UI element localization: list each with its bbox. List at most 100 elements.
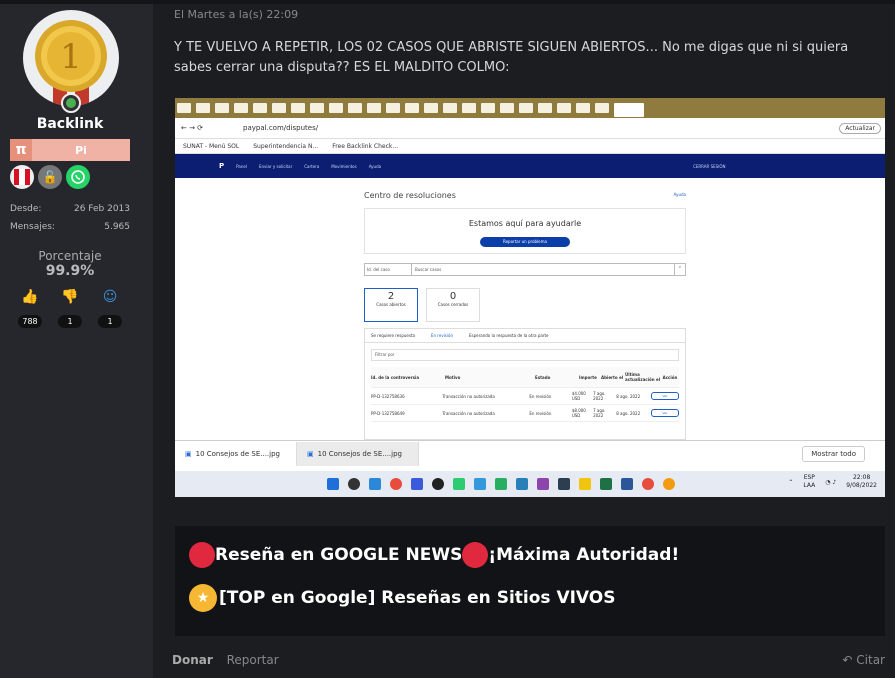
windows-taskbar: ⌃ ESP LAA ◔ ♪ 22:08 9/08/2022 bbox=[175, 471, 885, 497]
post-date[interactable]: El Martes a la(s) 22:09 bbox=[174, 8, 298, 21]
cases-panel: Se requiere respuesta En revisión Espera… bbox=[364, 328, 686, 440]
table-header: Id. de la controversia Motivo Estado Imp… bbox=[371, 367, 679, 388]
windows-start-icon bbox=[327, 478, 339, 490]
bookmark: Free Backlink Check... bbox=[332, 142, 399, 150]
column-header: Última actualización el bbox=[625, 372, 661, 382]
report-link[interactable]: Reportar bbox=[227, 653, 279, 667]
paypal-logo-icon: P bbox=[219, 162, 225, 170]
view-button: Ver bbox=[651, 409, 679, 417]
rank-symbol: π bbox=[10, 139, 32, 161]
center-title: Centro de resoluciones bbox=[364, 191, 456, 200]
column-header: Motivo bbox=[445, 374, 461, 380]
help-link: Ayuda bbox=[673, 192, 686, 197]
reply-arrow-icon: ↶ bbox=[842, 653, 853, 667]
paypal-nav: P Panel Enviar y solicitar Cartera Movim… bbox=[175, 154, 885, 178]
nav-arrows-icon: ← → ⟳ bbox=[181, 124, 204, 132]
signature-line-1[interactable]: Reseña en GOOGLE NEWS ¡Máxima Autoridad! bbox=[189, 542, 679, 568]
cell: PP-D-132758636 bbox=[371, 393, 405, 399]
resolution-center: Centro de resoluciones Ayuda Estamos aqu… bbox=[364, 191, 686, 440]
embedded-screenshot[interactable]: ← → ⟳ paypal.com/disputes/ Actualizar SU… bbox=[175, 98, 885, 497]
likes-reaction[interactable]: 👍 788 bbox=[18, 289, 42, 328]
app-icon bbox=[432, 478, 444, 490]
whatsapp-icon[interactable] bbox=[66, 165, 90, 189]
wifi-volume-icon: ◔ ♪ bbox=[825, 478, 837, 486]
signature: Reseña en GOOGLE NEWS ¡Máxima Autoridad!… bbox=[175, 526, 885, 636]
signature-text: ¡Máxima Autoridad! bbox=[488, 545, 680, 565]
search-icon bbox=[348, 478, 360, 490]
app-icon bbox=[537, 478, 549, 490]
closed-cases-card: 0 Casos cerrados bbox=[426, 288, 480, 322]
help-heading: Estamos aquí para ayudarle bbox=[468, 219, 582, 228]
app-icon bbox=[411, 478, 423, 490]
nav-item: Cartera bbox=[304, 163, 320, 169]
star-struck-emoji-icon: ★ bbox=[189, 584, 217, 612]
cell: En revisión bbox=[529, 393, 552, 399]
cell: $8.000 USD bbox=[571, 408, 586, 418]
gold-medal-icon: 1 bbox=[35, 20, 107, 106]
joined-label: Desde: bbox=[10, 204, 42, 214]
telegram-icon bbox=[516, 478, 528, 490]
svg-text:1: 1 bbox=[60, 37, 82, 77]
online-status-icon bbox=[61, 93, 81, 113]
table-row: PP-D-132758636 Transacción no autorizada… bbox=[371, 388, 679, 405]
chrome-icon bbox=[663, 478, 675, 490]
username[interactable]: Backlink bbox=[0, 116, 140, 132]
case-cards: 2 Casos abiertos 0 Casos cerrados bbox=[364, 288, 686, 322]
signature-line-2[interactable]: ★ [TOP en Google] Reseñas en Sitios VIVO… bbox=[189, 584, 615, 612]
excel-icon bbox=[600, 478, 612, 490]
red-circle-icon bbox=[462, 542, 489, 568]
donate-link[interactable]: Donar bbox=[172, 653, 213, 667]
column-header: Abierto el bbox=[601, 374, 624, 380]
filter-select: Filtrar por bbox=[371, 349, 679, 361]
image-file-icon: ▣ bbox=[307, 450, 314, 458]
case-tabs: Se requiere respuesta En revisión Espera… bbox=[365, 329, 685, 343]
download-name: 10 Consejos de SE....jpg bbox=[195, 450, 280, 458]
rank-label: Pi bbox=[75, 143, 87, 157]
url-text: paypal.com/disputes/ bbox=[243, 124, 319, 132]
tab-waiting: Esperando la respuesta de la otra parte bbox=[468, 333, 549, 338]
smiles-reaction[interactable]: ☺ 1 bbox=[98, 289, 122, 328]
word-icon bbox=[621, 478, 633, 490]
cell: Transacción no autorizada bbox=[442, 393, 495, 399]
bookmark: Superintendencia N... bbox=[253, 142, 319, 150]
peru-flag-icon bbox=[10, 165, 34, 189]
bookmarks-bar: SUNAT - Menú SOL Superintendencia N... F… bbox=[175, 139, 885, 154]
show-all-button: Mostrar todo bbox=[802, 446, 865, 462]
closed-label: Casos cerrados bbox=[437, 302, 469, 307]
app-icon bbox=[558, 478, 570, 490]
cell: 7 ago. 2022 bbox=[593, 408, 606, 418]
nav-item: CERRAR SESIÓN bbox=[693, 163, 726, 169]
tab-response-required: Se requiere respuesta bbox=[371, 333, 415, 338]
update-button: Actualizar bbox=[839, 122, 881, 134]
download-item: ▣ 10 Consejos de SE....jpg bbox=[297, 442, 419, 466]
clock: 22:08 9/08/2022 bbox=[846, 474, 877, 489]
nav-item: Enviar y solicitar bbox=[258, 163, 293, 169]
avatar[interactable]: 1 bbox=[23, 10, 119, 106]
post-actions: Donar Reportar bbox=[172, 653, 289, 667]
post-text: Y TE VUELVO A REPETIR, LOS 02 CASOS QUE … bbox=[174, 40, 849, 75]
cases-table: Id. de la controversia Motivo Estado Imp… bbox=[371, 367, 679, 422]
tray-chevron-icon: ⌃ bbox=[788, 478, 794, 486]
cell: 7 ago. 2022 bbox=[593, 391, 606, 401]
language-indicator: ESP LAA bbox=[803, 474, 816, 489]
tab-in-review: En revisión bbox=[430, 333, 453, 338]
column-header: Id. de la controversia bbox=[371, 374, 420, 380]
app-icon bbox=[453, 478, 465, 490]
download-name: 10 Consejos de SE....jpg bbox=[317, 450, 402, 458]
quote-button[interactable]: ↶ Citar bbox=[842, 653, 885, 667]
image-file-icon: ▣ bbox=[185, 450, 192, 458]
cell: $4.000 USD bbox=[571, 391, 586, 401]
cell: Transacción no autorizada bbox=[442, 410, 495, 416]
percent-label: Porcentaje bbox=[38, 249, 102, 263]
search-input: Buscar casos bbox=[415, 267, 442, 272]
case-search: Id. del caso Buscar casos ⌕ bbox=[364, 263, 686, 276]
closed-count: 0 bbox=[449, 291, 457, 302]
open-count: 2 bbox=[387, 291, 395, 302]
smiles-count: 1 bbox=[98, 315, 122, 328]
view-button: Ver bbox=[651, 392, 679, 400]
dislikes-reaction[interactable]: 👎 1 bbox=[58, 289, 82, 328]
signature-text: [TOP en Google] Reseñas en Sitios VIVOS bbox=[219, 588, 616, 608]
user-badges: 🔓 bbox=[10, 165, 90, 189]
cell: En revisión bbox=[529, 410, 552, 416]
smile-icon: ☺ bbox=[102, 289, 118, 305]
